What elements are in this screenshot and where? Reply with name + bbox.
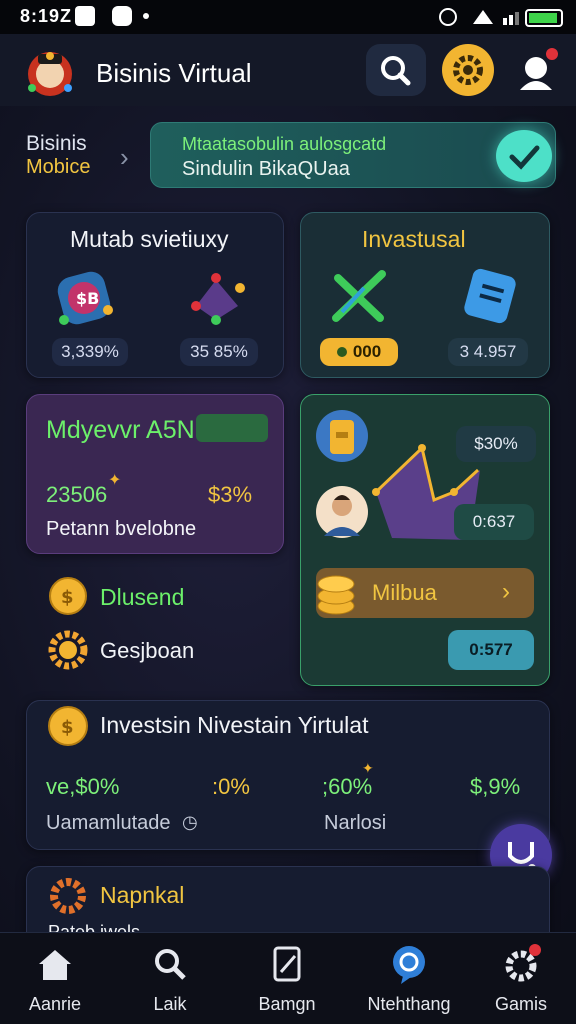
crossed-arrows-icon (332, 270, 386, 322)
confirm-button[interactable] (496, 130, 552, 182)
chart-badge: 0:577 (448, 630, 534, 670)
status-bar: 8:19Z (0, 0, 576, 34)
search-icon (155, 949, 186, 980)
invest-stat: ve,$0% (46, 774, 120, 799)
profile-button[interactable] (514, 44, 564, 94)
value-pill: 000 (320, 338, 398, 366)
network-icon (191, 273, 245, 325)
nav-label: Aanrie (28, 994, 82, 1014)
action-label: Milbua (372, 580, 437, 605)
bottom-card-title: Napnkal (100, 882, 185, 908)
shield-token-icon: $B (57, 271, 113, 325)
notification-icon (75, 6, 95, 26)
svg-text:$B: $B (76, 289, 99, 308)
nav-documents[interactable]: Bamgn (232, 940, 342, 1020)
list-item-label[interactable]: Gesjboan (100, 638, 194, 664)
clock-icon: ◷ (182, 812, 198, 832)
list-item-label[interactable]: Dlusend (100, 584, 184, 611)
app-notification-icon (112, 6, 132, 26)
pill-value: 000 (352, 342, 382, 361)
search-icon (381, 56, 411, 86)
document-edit-icon (273, 946, 301, 982)
gold-coin-bag-icon (316, 410, 368, 462)
chevron-right-icon: › (502, 578, 510, 605)
dot-icon (336, 347, 347, 357)
invest-stat: $,9% (470, 774, 521, 799)
nav-search[interactable]: Laik (115, 940, 225, 1020)
stat-pill: 3 4.957 (448, 338, 528, 366)
stat-pill: 35 85% (180, 338, 258, 366)
nav-label: Bamgn (258, 994, 316, 1014)
gear-icon (50, 878, 86, 914)
chevron-right-icon: › (120, 142, 129, 172)
invest-stat: :0% (212, 774, 250, 799)
breadcrumb-level1[interactable]: Bisinis (26, 132, 87, 156)
nav-label: Ntehthang (367, 994, 451, 1014)
nav-label: Laik (153, 994, 187, 1014)
card-document-icon (464, 268, 516, 324)
invest-label-left: Uamamlutade (46, 812, 171, 834)
dollar-coin-icon: $ (48, 706, 88, 746)
sparkle-icon: ✦ (108, 472, 122, 489)
check-icon (509, 145, 540, 170)
status-icons (439, 8, 563, 27)
promo-value: 23506 (46, 482, 108, 507)
search-button[interactable] (366, 44, 426, 96)
breadcrumb-level2[interactable]: Mobice (26, 156, 90, 179)
nav-games[interactable]: Gamis (466, 940, 576, 1020)
card-title: Invastusal (362, 226, 466, 252)
invest-title: Investsin Nivestain Yirtulat (100, 712, 369, 738)
gear-coin-icon (48, 630, 88, 670)
dollar-coin-icon: $ (49, 577, 87, 615)
invest-label-right: Narlosi (324, 812, 387, 834)
chart-badge: 0:637 (454, 504, 534, 540)
promo-title: Mdyevvr A5N (46, 416, 195, 444)
app-title: Bisinis Virtual (96, 58, 252, 88)
invest-stat: ;60% (322, 774, 373, 799)
home-icon (39, 950, 71, 980)
user-avatar-icon (520, 48, 558, 90)
svg-text:$: $ (61, 587, 74, 608)
app-logo-icon (28, 52, 72, 96)
gear-icon (505, 944, 541, 982)
wifi-icon (473, 10, 493, 24)
nav-label: Gamis (494, 994, 547, 1014)
chat-bubble-icon (393, 946, 425, 984)
settings-button[interactable] (442, 44, 494, 96)
nav-chat[interactable]: Ntehthang (354, 940, 464, 1020)
chart-badge: $30% (456, 426, 536, 462)
banner-line2: Sindulin BikaQUaa (182, 158, 350, 180)
banner-line1: Mtaatasobulin aulosgcatd (182, 134, 387, 154)
sparkle-icon: ✦ (362, 760, 374, 776)
nav-home[interactable]: Aanrie (0, 940, 110, 1020)
promo-tag (196, 414, 268, 442)
card-title: Mutab svietiuxy (70, 226, 229, 252)
stat-pill: 3,339% (52, 338, 128, 366)
promo-subtitle: Petann bvelobne (46, 518, 197, 540)
dot-icon (143, 13, 149, 19)
gear-icon (453, 55, 483, 85)
svg-text:$: $ (61, 717, 74, 738)
status-time: 8:19Z (20, 6, 73, 26)
coin-stack-icon (317, 575, 355, 615)
person-avatar-icon (316, 486, 368, 538)
promo-percent: $3% (208, 482, 253, 507)
